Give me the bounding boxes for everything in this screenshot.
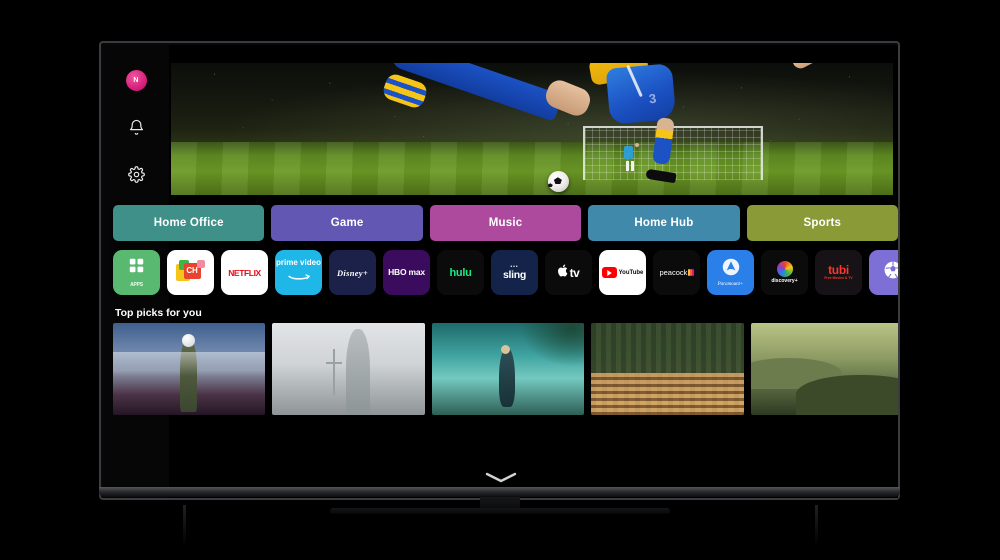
top-pick-card-maze[interactable]: Wooden hedge maze in a forest	[591, 323, 744, 415]
apple-icon	[557, 264, 569, 282]
app-tile-discovery-plus[interactable]: discovery+	[761, 250, 808, 295]
top-picks-row[interactable]: Person in spacesuit on a hilltop at dusk…	[113, 323, 898, 415]
hill-near	[796, 374, 898, 415]
maze-walls	[591, 370, 744, 415]
app-label: CH	[186, 266, 198, 275]
statue-figure	[345, 328, 370, 415]
statue-sword	[333, 348, 336, 395]
app-label: discovery+	[771, 278, 798, 284]
category-label: Game	[330, 217, 364, 229]
sidebar-item-settings[interactable]: Settings	[121, 159, 151, 189]
chevron-down-icon	[484, 471, 518, 488]
goalkeeper-legs	[625, 161, 634, 172]
grid-icon	[128, 257, 145, 279]
top-pick-card-misty-lady[interactable]: Woman in gown in teal misty forest	[431, 323, 585, 415]
app-label: prime video	[276, 258, 321, 268]
forest-canopy	[520, 323, 585, 368]
category-tile-sports[interactable]: Sports	[746, 205, 898, 241]
app-label: YouTube	[618, 269, 644, 276]
app-tile-youtube[interactable]: YouTube	[599, 250, 646, 295]
gear-icon	[127, 165, 145, 183]
app-label: tv	[569, 265, 580, 280]
category-label: Home Office	[153, 217, 224, 229]
category-tile-home-hub[interactable]: Home Hub	[588, 205, 740, 241]
tv-device: N Notifications Settin	[99, 41, 900, 500]
sidebar-item-notifications[interactable]: Notifications	[121, 112, 151, 142]
category-tile-game[interactable]: Game	[271, 205, 423, 241]
app-label: hulu	[449, 266, 472, 279]
app-tile-hulu[interactable]: hulu	[437, 250, 484, 295]
app-label: sling	[502, 268, 526, 281]
discovery-globe-icon	[776, 261, 793, 277]
peacock-feathers-icon	[688, 269, 694, 276]
app-label: APPS	[130, 282, 143, 288]
sidebar-item-profile[interactable]: N	[121, 65, 151, 95]
app-label: Disney+	[336, 267, 369, 278]
youtube-play-icon	[601, 267, 617, 278]
app-tile-disney-plus[interactable]: Disney+	[329, 250, 376, 295]
category-tile-home-office[interactable]: Home Office	[113, 205, 265, 241]
app-label: peacock	[659, 268, 688, 277]
app-label: NETFLIX	[228, 267, 261, 278]
app-tile-hbo-max[interactable]: HBO max	[383, 250, 430, 295]
soccer-ball	[547, 171, 569, 193]
app-tile-peacock[interactable]: peacock	[653, 250, 700, 295]
app-tile-paramount-plus[interactable]: Paramount+	[707, 250, 754, 295]
app-row[interactable]: APPS CH NETFLIX prime video Disney+ HBO …	[113, 250, 898, 296]
tv-bezel	[99, 487, 900, 497]
app-tile-sports[interactable]: Sports	[869, 250, 898, 295]
category-row: Home Office Game Music Home Hub Sports	[113, 205, 898, 241]
lady-figure	[498, 346, 515, 407]
ch-pink-block	[196, 259, 205, 268]
avatar: N	[125, 69, 147, 91]
featured-banner[interactable]: 3 Soccer player striking ball toward goa…	[171, 63, 893, 195]
app-tile-tubi[interactable]: tubi Free Movies & TV	[815, 250, 862, 295]
cloud-band	[113, 352, 266, 377]
app-tile-sling[interactable]: ••• sling	[491, 250, 538, 295]
category-tile-music[interactable]: Music	[429, 205, 582, 241]
category-label: Music	[488, 217, 523, 229]
soccer-ball-icon	[882, 259, 898, 286]
top-pick-card-statue[interactable]: Stone warrior statue in clouds	[272, 323, 425, 415]
app-sublabel: Free Movies & TV	[824, 276, 853, 281]
app-tile-apps-launcher[interactable]: APPS	[113, 250, 160, 295]
top-pick-card-astronaut[interactable]: Person in spacesuit on a hilltop at dusk	[113, 323, 266, 415]
tv-stand-glow-left	[183, 505, 186, 547]
statue-crossguard	[325, 361, 342, 364]
tv-stand-glow-right	[815, 505, 818, 547]
category-label: Home Hub	[634, 217, 694, 229]
app-label: HBO max	[388, 267, 425, 278]
goalkeeper-body	[624, 146, 634, 160]
paramount-mountain-icon	[722, 258, 740, 281]
bell-icon	[128, 119, 145, 136]
app-tile-netflix[interactable]: NETFLIX	[221, 250, 268, 295]
app-label: tubi	[828, 263, 849, 278]
app-tile-prime-video[interactable]: prime video	[275, 250, 322, 295]
forest-top	[591, 323, 744, 373]
tv-screen: N Notifications Settin	[103, 45, 898, 498]
app-tile-apple-tv[interactable]: tv	[545, 250, 592, 295]
smile-arrow-icon	[287, 269, 310, 286]
pitch-stripes	[171, 142, 893, 195]
app-label: Paramount+	[717, 282, 744, 287]
top-pick-card-hills[interactable]: Olive green rolling hills landscape	[750, 323, 898, 415]
category-label: Sports	[803, 217, 842, 229]
tv-stand-foot	[330, 508, 670, 514]
app-tile-channels[interactable]: CH	[167, 250, 214, 295]
goalkeeper-head	[634, 142, 639, 147]
section-title-top-picks: Top picks for you	[115, 307, 202, 319]
